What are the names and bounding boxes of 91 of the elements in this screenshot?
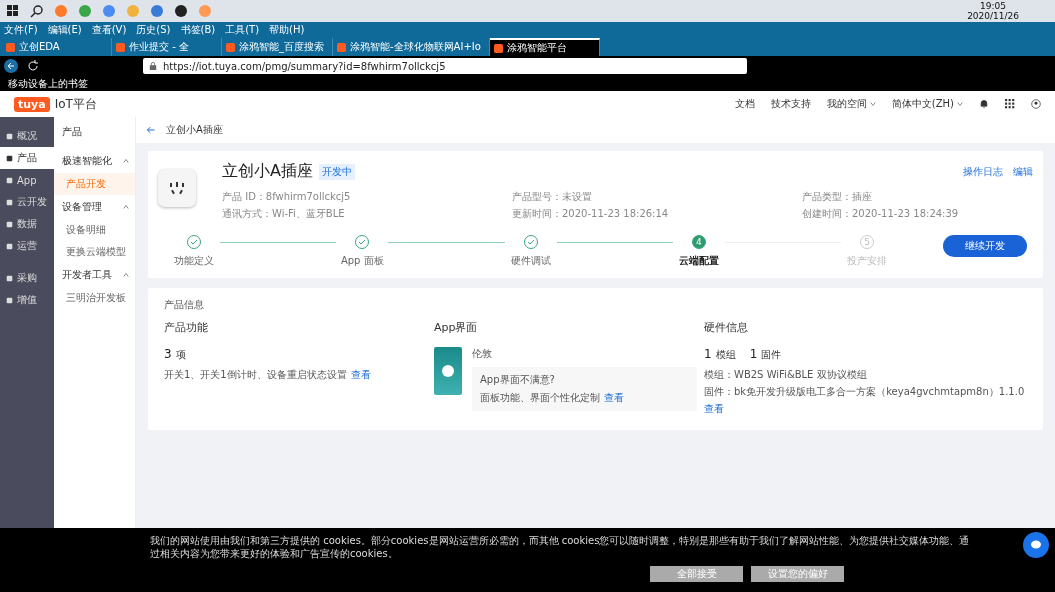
meta-text: 通讯方式：Wi-Fi、蓝牙BLE <box>222 207 346 221</box>
sidebar-item[interactable]: 概况 <box>0 125 54 147</box>
meta-text: 创建时间：2020-11-23 18:24:39 <box>802 207 960 221</box>
step-label: 硬件调试 <box>510 254 551 268</box>
search-icon[interactable] <box>30 4 44 18</box>
view-link[interactable]: 查看 <box>704 402 724 416</box>
favicon-icon <box>337 42 346 52</box>
chevron-down-icon <box>957 101 963 107</box>
count-number: 3 <box>164 347 172 361</box>
favicon-icon <box>493 43 503 53</box>
step-number: 5 <box>860 235 874 249</box>
favicon-icon <box>6 42 15 52</box>
subnav-item[interactable]: 三明治开发板 <box>54 287 135 309</box>
subnav-item[interactable]: 设备明细 <box>54 219 135 241</box>
menu-item[interactable]: 历史(S) <box>136 23 171 37</box>
product-name: 立创小A插座 <box>222 161 313 182</box>
hardware-text: 固件：bk免开发升级版电工多合一方案（keya4gvchmtapm8n）1.1.0 <box>704 385 1025 399</box>
chevron-down-icon <box>869 101 876 107</box>
sidebar-item[interactable]: 云开发 <box>0 191 54 213</box>
app-icon[interactable] <box>174 4 188 18</box>
header-link[interactable]: 技术支持 <box>770 97 811 111</box>
panel-name: 伦敦 <box>472 347 492 361</box>
grid-icon[interactable] <box>1005 99 1015 109</box>
chat-icon <box>1030 539 1042 551</box>
url-field[interactable]: https://iot.tuya.com/pmg/summary?id=8fwhirm7ollckcj5 <box>143 58 747 74</box>
clock: 19:05 2020/11/26 <box>967 1 1019 21</box>
count-number: 1 <box>749 347 758 361</box>
function-text: 开关1、开关1倒计时、设备重启状态设置 <box>164 368 347 382</box>
reload-icon[interactable] <box>26 59 40 73</box>
meta-text: 产品型号：未设置 <box>512 190 593 204</box>
subnav-group[interactable]: 开发者工具 <box>62 263 135 287</box>
count-unit: 模组 <box>715 348 736 362</box>
phone-screen-icon <box>434 347 462 395</box>
hardware-text: 模组：WB2S WiFi&BLE 双协议模组 <box>704 368 867 382</box>
step-label: App 面板 <box>340 254 384 268</box>
section-title: 产品信息 <box>164 298 205 312</box>
continue-button[interactable]: 继续开发 <box>943 235 1027 257</box>
meta-text: 更新时间：2020-11-23 18:26:14 <box>512 207 670 221</box>
sidebar-item[interactable]: 增值 <box>0 289 54 311</box>
menu-item[interactable]: 帮助(H) <box>269 23 305 37</box>
step-label: 云端配置 <box>678 254 719 268</box>
sidebar-item[interactable]: 产品 <box>0 147 54 169</box>
count-unit: 固件 <box>761 348 782 362</box>
subnav-group[interactable]: 设备管理 <box>62 195 135 219</box>
step-label: 功能定义 <box>174 254 214 268</box>
browser-tab[interactable]: 涂鸦智能平台 <box>489 38 600 56</box>
column-heading: App界面 <box>434 320 478 335</box>
menu-item[interactable]: 查看(V) <box>91 23 127 37</box>
logo: tuya <box>14 96 50 112</box>
tip-question: App界面不满意? <box>480 373 556 387</box>
sidebar-item[interactable]: App <box>0 169 54 191</box>
step-number: 4 <box>691 235 706 249</box>
header-link[interactable]: 我的空间 <box>826 97 876 111</box>
count-unit: 项 <box>175 348 186 362</box>
sidebar-item[interactable]: 运营 <box>0 235 54 257</box>
menu-item[interactable]: 文件(F) <box>4 23 38 37</box>
count-number: 1 <box>704 347 712 361</box>
platform-title: IoT平台 <box>54 95 97 113</box>
menu-item[interactable]: 工具(T) <box>225 23 260 37</box>
action-link[interactable]: 操作日志 <box>963 164 1003 179</box>
column-heading: 产品功能 <box>164 320 208 335</box>
column-heading: 硬件信息 <box>704 320 748 335</box>
user-icon[interactable] <box>1031 99 1041 109</box>
menu-item[interactable]: 书签(B) <box>180 23 216 37</box>
subnav-title: 产品 <box>62 125 83 139</box>
tip-text: 面板功能、界面个性化定制 <box>480 391 600 405</box>
back-arrow-icon[interactable] <box>146 125 156 135</box>
page-title: 立创小A插座 <box>166 123 223 137</box>
status-tag: 开发中 <box>318 163 355 180</box>
meta-text: 产品 ID：8fwhirm7ollckcj5 <box>222 190 352 204</box>
bookmark-item[interactable]: 移动设备上的书签 <box>8 76 88 91</box>
socket-icon <box>158 169 196 207</box>
subnav-group[interactable]: 极速智能化 <box>62 149 135 173</box>
view-link[interactable]: 查看 <box>350 368 371 382</box>
cookie-text: 我们的网站使用由我们和第三方提供的 cookies。部分cookies是网站运营所必需的，而其他 cookies您可以随时调整，特别是那些有助于我们了解网站性能、为您提供社交媒体功能、通过相关内容为您带来更好的体验和广告宣传的cookies。 <box>150 534 970 560</box>
windows-icon[interactable] <box>6 4 20 18</box>
favicon-icon <box>226 42 235 52</box>
lock-icon <box>149 62 157 70</box>
sidebar-item[interactable]: 采购 <box>0 267 54 289</box>
meta-text: 产品类型：插座 <box>802 190 873 204</box>
action-link[interactable]: 编辑 <box>1013 164 1033 179</box>
header-link[interactable]: 简体中文(ZH) <box>891 97 963 111</box>
back-icon[interactable] <box>4 59 18 73</box>
view-link[interactable]: 查看 <box>604 391 624 405</box>
favicon-icon <box>116 42 125 52</box>
bell-icon[interactable] <box>979 99 989 109</box>
chat-button[interactable] <box>1023 532 1049 558</box>
menu-item[interactable]: 编辑(E) <box>47 23 82 37</box>
subnav-item[interactable]: 更换云端模型 <box>54 241 135 263</box>
header-link[interactable]: 文档 <box>734 97 755 111</box>
sidebar-item[interactable]: 数据 <box>0 213 54 235</box>
